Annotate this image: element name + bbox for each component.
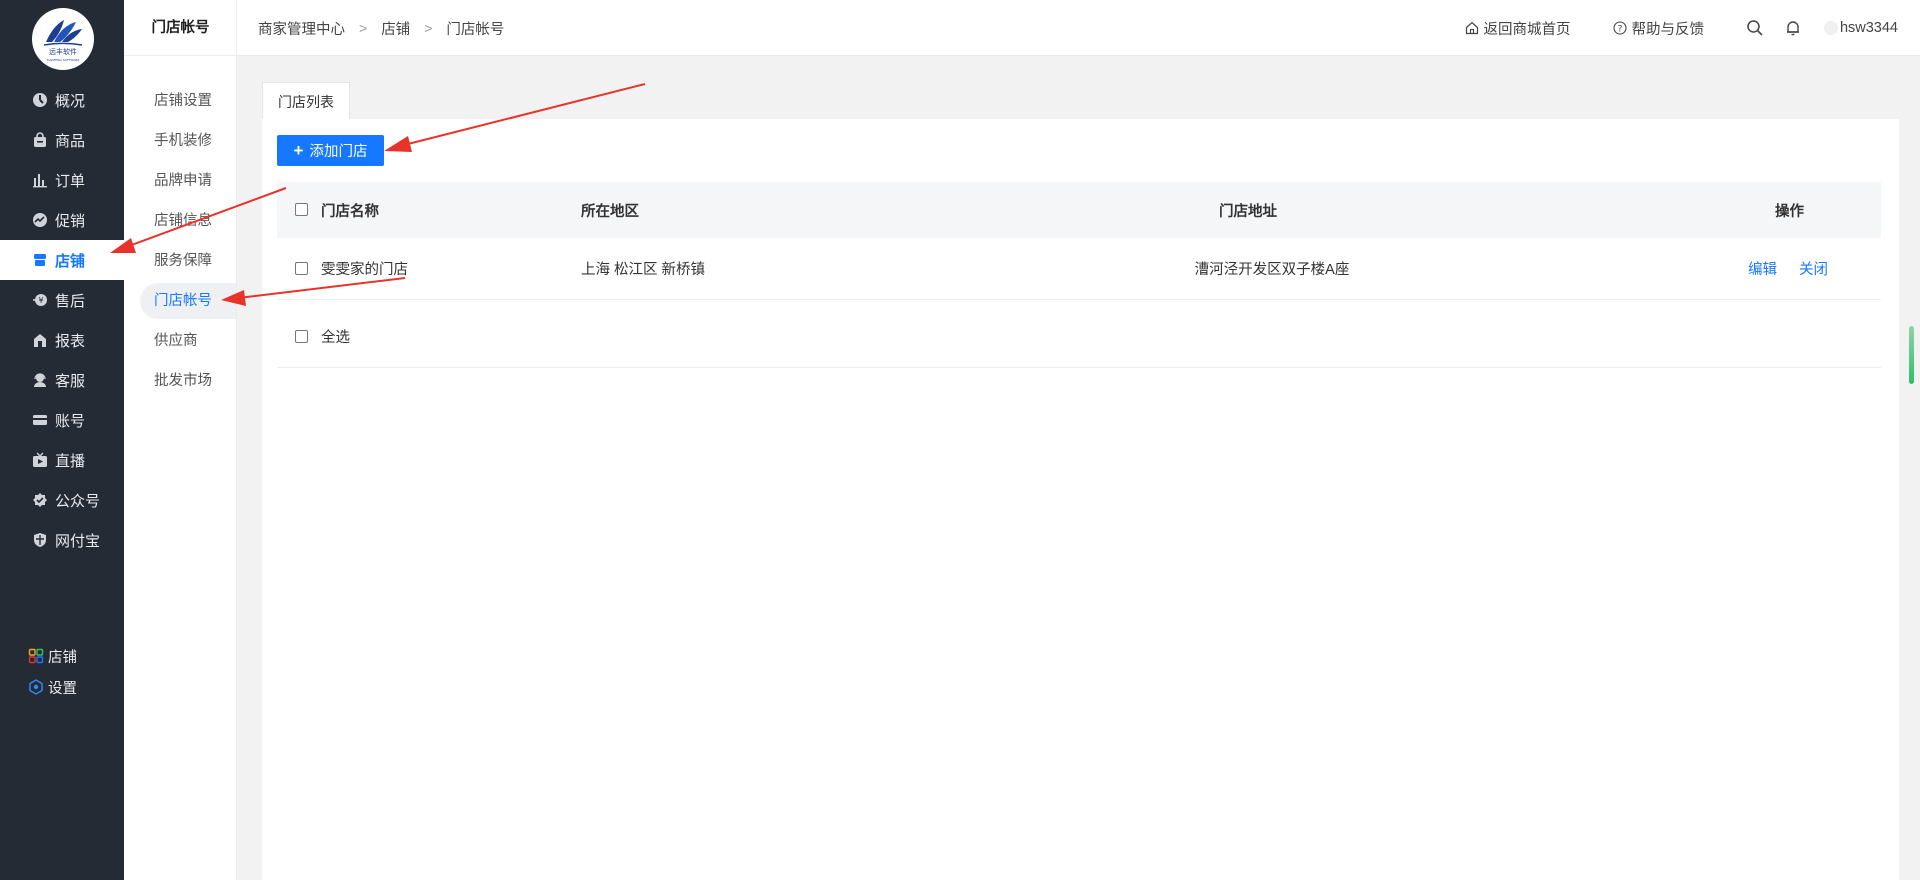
nav-item-account[interactable]: 账号: [0, 400, 124, 440]
bag-icon: [32, 132, 48, 148]
nav-label: 促销: [55, 212, 86, 230]
return-home-link[interactable]: 返回商城首页: [1465, 18, 1570, 39]
logo-graphic: 远丰软件 TIANFENG SOFTWARE: [33, 9, 93, 69]
column-header-actions: 操作: [1775, 203, 1804, 220]
bell-icon[interactable]: [1784, 19, 1802, 37]
top-header: 商家管理中心 > 店铺 > 门店帐号 返回商城首页 ? 帮助与反馈 hsw334…: [237, 0, 1920, 56]
region-cell: 上海 松江区 新桥镇: [581, 262, 706, 278]
table-header: 门店名称 所在地区 门店地址 操作: [277, 182, 1881, 238]
nav-item-customer-service[interactable]: 客服: [0, 360, 124, 400]
grid-icon: [28, 648, 44, 664]
nav-label: 订单: [55, 172, 86, 190]
company-logo[interactable]: 远丰软件 TIANFENG SOFTWARE: [32, 8, 94, 70]
tab-store-list[interactable]: 门店列表: [262, 82, 350, 120]
customer-service-icon: [32, 372, 48, 388]
nav-label: 网付宝: [55, 532, 101, 550]
edit-link[interactable]: 编辑: [1748, 238, 1777, 299]
nav-label: 售后: [55, 292, 86, 310]
nav-label: 直播: [55, 452, 86, 470]
help-feedback-link[interactable]: ? 帮助与反馈: [1613, 18, 1704, 39]
submenu-item-service-guarantee[interactable]: 服务保障: [140, 243, 236, 279]
row-checkbox[interactable]: [295, 261, 308, 275]
help-feedback-label: 帮助与反馈: [1631, 21, 1704, 38]
breadcrumb: 商家管理中心 > 店铺 > 门店帐号: [258, 0, 504, 56]
bar-chart-icon: [32, 172, 48, 188]
report-icon: [32, 332, 48, 348]
store-icon: [32, 252, 48, 268]
settings-icon: [28, 679, 44, 695]
svg-text:远丰软件: 远丰软件: [49, 47, 77, 56]
shield-icon: [32, 532, 48, 548]
card-icon: [32, 412, 48, 428]
svg-text:TIANFENG SOFTWARE: TIANFENG SOFTWARE: [46, 58, 80, 62]
nav-label: 客服: [55, 372, 86, 390]
breadcrumb-item-store[interactable]: 店铺: [381, 18, 410, 39]
promotion-icon: [32, 212, 48, 228]
store-name-cell: 雯雯家的门店: [321, 262, 408, 278]
header-actions: 返回商城首页 ? 帮助与反馈 hsw3344: [1465, 0, 1898, 56]
bottom-item-store[interactable]: 店铺: [28, 643, 77, 669]
nav-item-overview[interactable]: 概况: [0, 80, 124, 120]
column-header-store-name: 门店名称: [321, 203, 379, 220]
table-row: 雯雯家的门店 上海 松江区 新桥镇 漕河泾开发区双子楼A座 编辑 关闭: [277, 238, 1881, 300]
column-header-address: 门店地址: [1219, 203, 1277, 220]
bottom-item-label: 设置: [48, 680, 77, 697]
nav-item-store[interactable]: 店铺: [0, 240, 124, 280]
nav-label: 报表: [55, 332, 86, 350]
svg-text:¥: ¥: [38, 296, 43, 305]
nav-label: 店铺: [55, 252, 86, 270]
nav-label: 公众号: [55, 492, 101, 510]
svg-text:?: ?: [1618, 25, 1623, 35]
address-cell: 漕河泾开发区双子楼A座: [1194, 262, 1350, 278]
bottom-item-settings[interactable]: 设置: [28, 674, 77, 700]
live-icon: [32, 452, 48, 468]
submenu-item-supplier[interactable]: 供应商: [140, 323, 236, 359]
plus-icon: +: [293, 140, 304, 160]
close-link[interactable]: 关闭: [1799, 238, 1828, 299]
after-sale-icon: ¥: [32, 292, 48, 308]
nav-item-official-account[interactable]: 公众号: [0, 480, 124, 520]
help-icon: ?: [1613, 21, 1628, 35]
column-header-region: 所在地区: [581, 203, 639, 220]
chevron-right-icon: >: [359, 20, 368, 36]
nav-item-wangfubao[interactable]: 网付宝: [0, 520, 124, 560]
header-checkbox[interactable]: [295, 203, 308, 216]
return-home-label: 返回商城首页: [1483, 21, 1571, 38]
submenu-item-store-info[interactable]: 店铺信息: [140, 203, 236, 239]
dashboard-icon: [32, 92, 48, 108]
nav-label: 概况: [55, 92, 86, 110]
avatar[interactable]: [1823, 21, 1838, 35]
nav-label: 账号: [55, 412, 86, 430]
add-store-label: 添加门店: [309, 144, 368, 160]
nav-item-report[interactable]: 报表: [0, 320, 124, 360]
bottom-item-label: 店铺: [48, 649, 77, 666]
nav-item-promotion[interactable]: 促销: [0, 200, 124, 240]
scrollbar-thumb[interactable]: [1909, 326, 1914, 384]
store-submenu: 门店帐号 店铺设置 手机装修 品牌申请 店铺信息 服务保障 门店帐号 供应商 批…: [124, 0, 237, 880]
submenu-title: 门店帐号: [124, 0, 237, 56]
main-sidebar: 远丰软件 TIANFENG SOFTWARE 概况 商品 订单 促销 店铺 ¥ …: [0, 0, 124, 880]
breadcrumb-item-store-account[interactable]: 门店帐号: [446, 18, 504, 39]
submenu-item-store-settings[interactable]: 店铺设置: [140, 83, 236, 119]
search-icon[interactable]: [1746, 19, 1764, 37]
nav-item-goods[interactable]: 商品: [0, 120, 124, 160]
badge-check-icon: [32, 492, 48, 508]
submenu-item-brand-application[interactable]: 品牌申请: [140, 163, 236, 199]
nav-item-after-sale[interactable]: ¥ 售后: [0, 280, 124, 320]
submenu-item-store-account[interactable]: 门店帐号: [140, 283, 236, 319]
nav-label: 商品: [55, 132, 86, 150]
nav-item-orders[interactable]: 订单: [0, 160, 124, 200]
breadcrumb-item-merchant-center[interactable]: 商家管理中心: [258, 18, 345, 39]
add-store-button[interactable]: + 添加门店: [277, 135, 384, 166]
submenu-item-wholesale-market[interactable]: 批发市场: [140, 363, 236, 399]
chevron-right-icon: >: [424, 20, 433, 36]
username[interactable]: hsw3344: [1840, 20, 1898, 36]
select-all-checkbox[interactable]: [295, 329, 308, 343]
nav-item-live[interactable]: 直播: [0, 440, 124, 480]
select-all-label: 全选: [321, 330, 350, 346]
home-icon: [1466, 21, 1479, 35]
submenu-item-mobile-decoration[interactable]: 手机装修: [140, 123, 236, 159]
select-all-row: 全选: [277, 306, 1881, 368]
